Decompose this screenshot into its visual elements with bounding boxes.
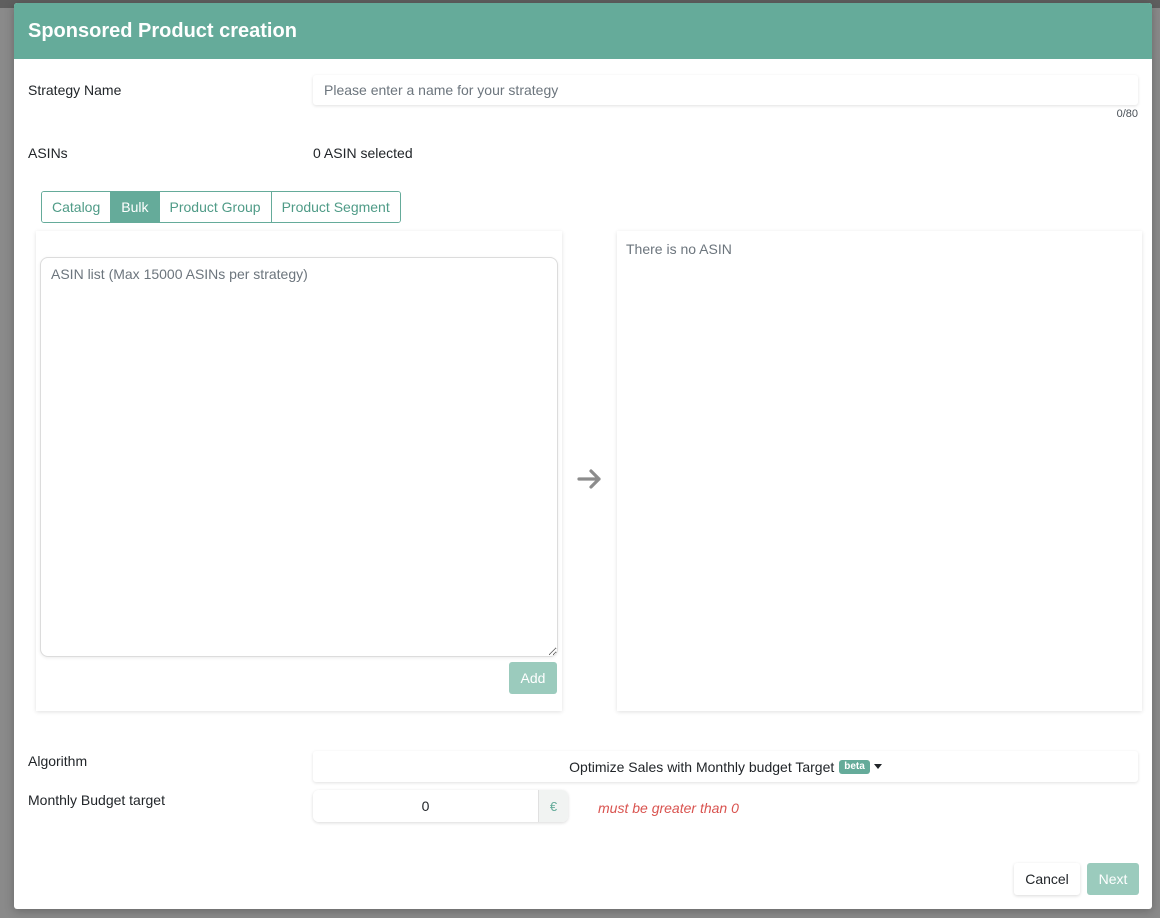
creation-modal: Sponsored Product creation Strategy Name… bbox=[14, 3, 1152, 909]
selected-asins-panel: There is no ASIN bbox=[617, 231, 1142, 711]
beta-badge: beta bbox=[839, 759, 870, 774]
budget-error-message: must be greater than 0 bbox=[598, 800, 739, 816]
tab-bulk[interactable]: Bulk bbox=[111, 192, 160, 222]
monthly-budget-input-group: € bbox=[313, 790, 568, 822]
tab-catalog[interactable]: Catalog bbox=[42, 192, 112, 222]
asin-selected-count: 0 ASIN selected bbox=[313, 145, 413, 161]
asin-list-textarea[interactable] bbox=[40, 257, 558, 657]
algorithm-selected-value: Optimize Sales with Monthly budget Targe… bbox=[569, 758, 835, 775]
caret-down-icon bbox=[873, 764, 882, 769]
modal-header: Sponsored Product creation bbox=[14, 3, 1152, 59]
modal-title: Sponsored Product creation bbox=[28, 20, 297, 42]
strategy-name-char-count: 0/80 bbox=[1116, 108, 1138, 120]
currency-addon: € bbox=[538, 790, 568, 822]
tab-product-group[interactable]: Product Group bbox=[159, 192, 272, 222]
cancel-button[interactable]: Cancel bbox=[1014, 863, 1080, 895]
asin-source-tabs: Catalog Bulk Product Group Product Segme… bbox=[41, 191, 401, 223]
next-button[interactable]: Next bbox=[1087, 863, 1139, 895]
monthly-budget-label: Monthly Budget target bbox=[28, 792, 165, 808]
algorithm-dropdown[interactable]: Optimize Sales with Monthly budget Targe… bbox=[313, 751, 1138, 782]
strategy-name-field-wrapper bbox=[313, 75, 1138, 105]
arrow-right-icon bbox=[577, 469, 601, 489]
strategy-name-label: Strategy Name bbox=[28, 82, 122, 98]
bulk-input-panel: Add bbox=[36, 231, 562, 711]
tab-product-segment[interactable]: Product Segment bbox=[271, 192, 400, 222]
add-asins-button[interactable]: Add bbox=[509, 662, 557, 694]
algorithm-label: Algorithm bbox=[28, 753, 88, 769]
monthly-budget-input[interactable] bbox=[313, 790, 538, 822]
empty-asin-message: There is no ASIN bbox=[626, 241, 732, 257]
asins-label: ASINs bbox=[28, 145, 68, 161]
strategy-name-input[interactable] bbox=[313, 75, 1138, 105]
